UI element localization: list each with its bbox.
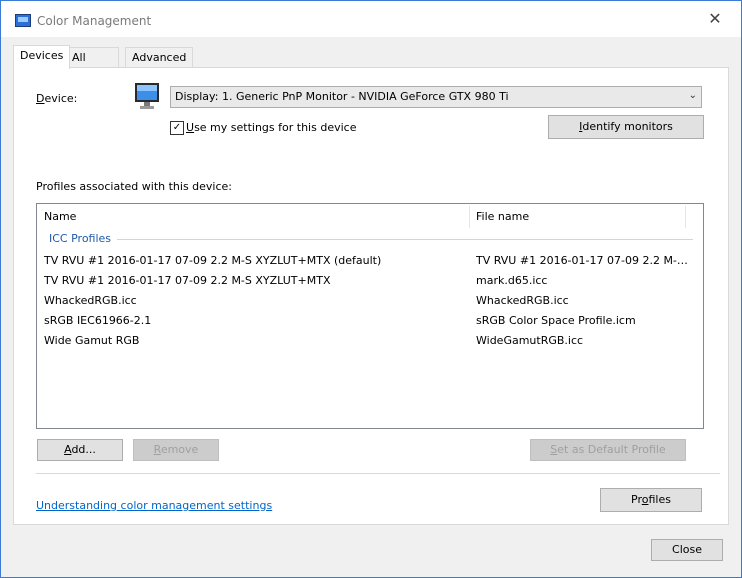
set-default-profile-button[interactable]: Set as Default Profile	[530, 439, 686, 461]
use-my-settings-checkbox[interactable]: ✓	[170, 121, 184, 135]
tab-all-profiles[interactable]: All Profiles	[65, 47, 119, 84]
remove-button[interactable]: Remove	[133, 439, 219, 461]
profile-file: sRGB Color Space Profile.icm	[476, 314, 636, 327]
profiles-section-label: Profiles associated with this device:	[36, 180, 233, 193]
list-item[interactable]: Wide Gamut RGB WideGamutRGB.icc	[37, 331, 703, 351]
identify-monitors-button[interactable]: Identify monitors	[548, 115, 704, 139]
device-select-value: Display: 1. Generic PnP Monitor - NVIDIA…	[175, 90, 509, 103]
tab-devices[interactable]: Devices	[13, 45, 71, 69]
devices-panel: Device: Display: 1. Generic PnP Monitor …	[13, 67, 729, 525]
color-management-window: Color Management ✕ Devices All Profiles …	[0, 0, 742, 578]
profile-name: WhackedRGB.icc	[44, 294, 137, 307]
profile-name: sRGB IEC61966-2.1	[44, 314, 152, 327]
profile-file: WhackedRGB.icc	[476, 294, 569, 307]
column-header-file-name[interactable]: File name	[476, 210, 529, 223]
tab-advanced[interactable]: Advanced	[125, 47, 194, 68]
profiles-button[interactable]: Profiles	[600, 488, 702, 512]
device-label: Device:	[36, 92, 78, 105]
list-item[interactable]: sRGB IEC61966-2.1 sRGB Color Space Profi…	[37, 311, 703, 331]
group-divider	[117, 239, 693, 240]
chevron-down-icon: ⌄	[688, 90, 697, 101]
close-button[interactable]: Close	[651, 539, 723, 561]
title-bar: Color Management ✕	[1, 1, 741, 37]
device-select[interactable]: Display: 1. Generic PnP Monitor - NVIDIA…	[170, 86, 702, 108]
close-icon[interactable]: ✕	[703, 7, 727, 31]
monitor-icon	[135, 83, 159, 109]
profile-file: TV RVU #1 2016-01-17 07-09 2.2 M-S ...	[476, 254, 688, 267]
profile-file: WideGamutRGB.icc	[476, 334, 584, 347]
profile-file: mark.d65.icc	[476, 274, 548, 287]
add-button[interactable]: Add...	[37, 439, 123, 461]
column-header-name[interactable]: Name	[44, 210, 76, 223]
list-item[interactable]: WhackedRGB.icc WhackedRGB.icc	[37, 291, 703, 311]
window-title: Color Management	[37, 14, 152, 28]
color-management-icon	[15, 14, 31, 27]
use-my-settings-label[interactable]: Use my settings for this device	[186, 121, 356, 134]
profile-name: TV RVU #1 2016-01-17 07-09 2.2 M-S XYZLU…	[44, 254, 382, 267]
understanding-color-management-link[interactable]: Understanding color management settings	[36, 499, 272, 512]
profile-name: Wide Gamut RGB	[44, 334, 140, 347]
divider	[36, 473, 720, 474]
column-divider[interactable]	[469, 206, 470, 228]
column-divider[interactable]	[685, 206, 686, 228]
group-header-icc-profiles: ICC Profiles	[49, 232, 112, 245]
profiles-list[interactable]: Name File name ICC Profiles TV RVU #1 20…	[36, 203, 704, 429]
profile-name: TV RVU #1 2016-01-17 07-09 2.2 M-S XYZLU…	[44, 274, 331, 287]
list-item[interactable]: TV RVU #1 2016-01-17 07-09 2.2 M-S XYZLU…	[37, 271, 703, 291]
list-item[interactable]: TV RVU #1 2016-01-17 07-09 2.2 M-S XYZLU…	[37, 251, 703, 271]
